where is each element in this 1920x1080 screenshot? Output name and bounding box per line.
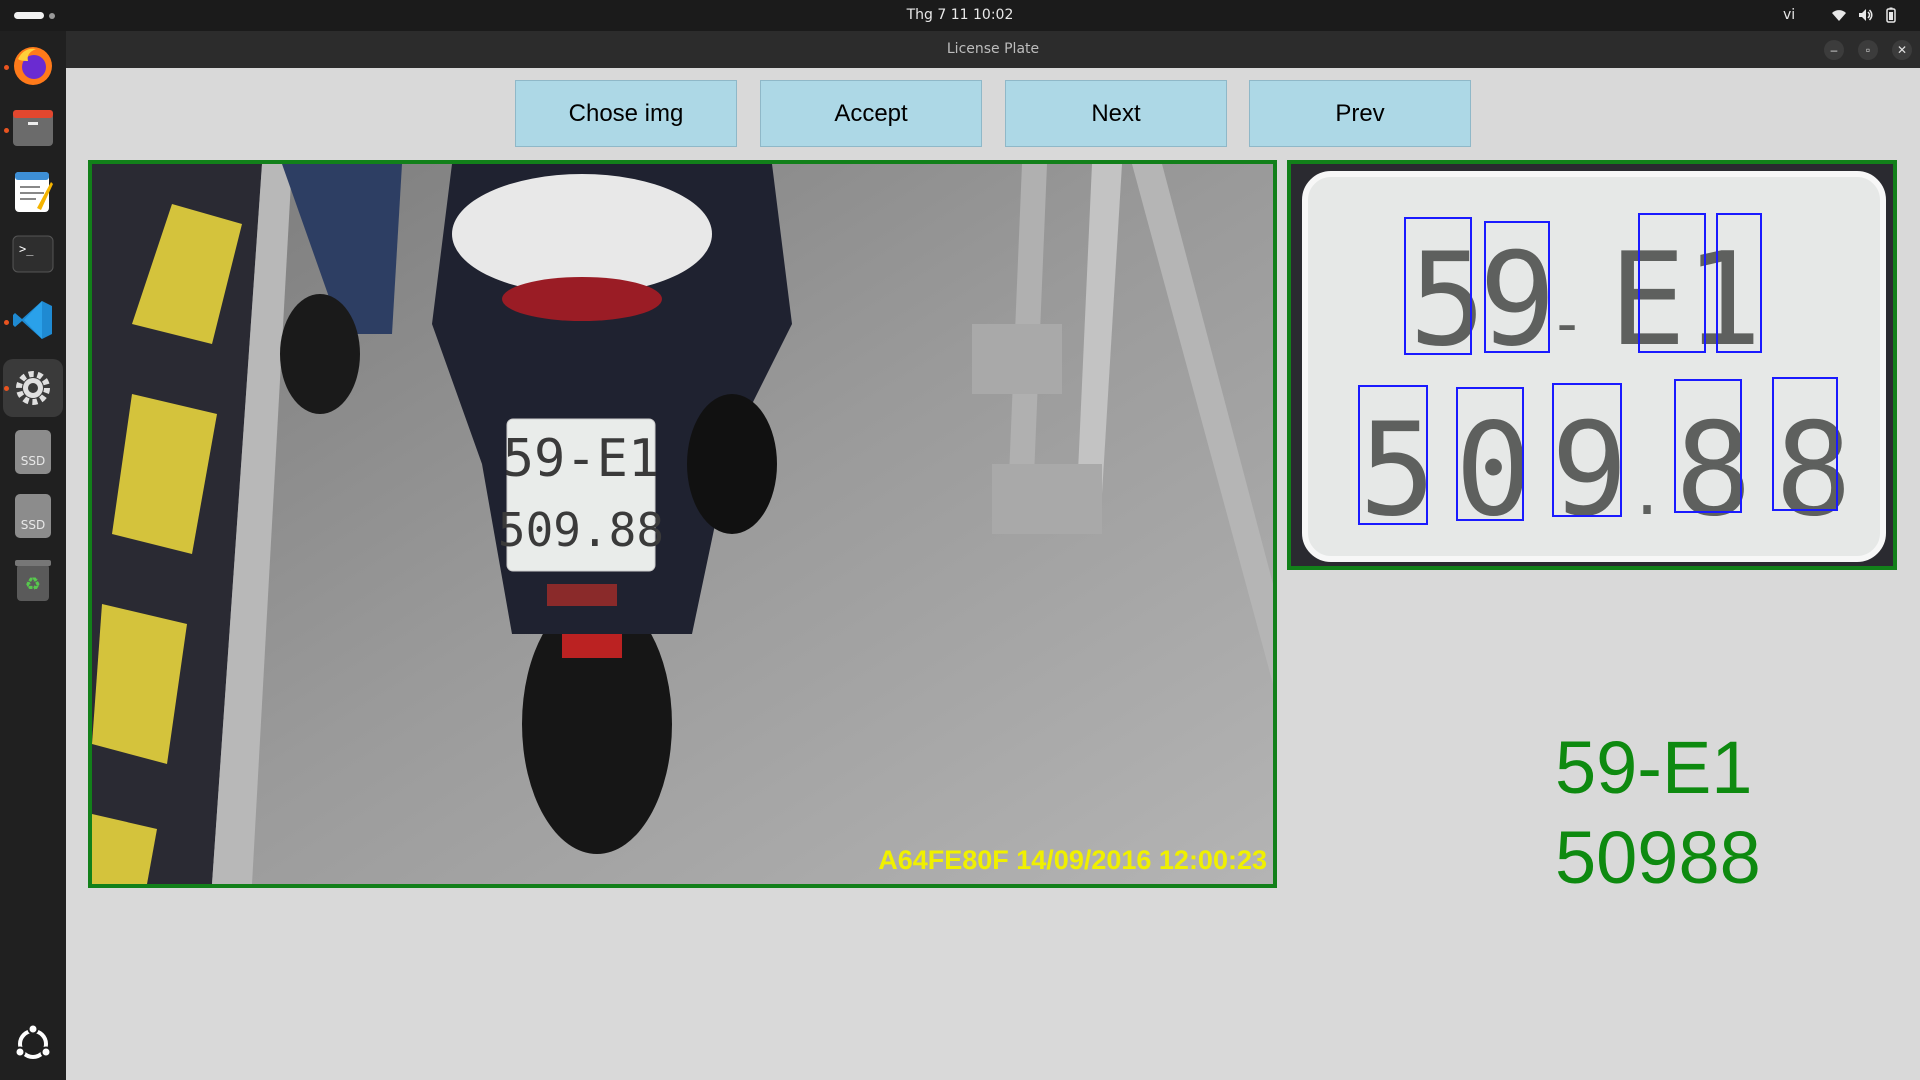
plate-char: - bbox=[1549, 289, 1585, 359]
camera-plate-line1: 59-E1 bbox=[503, 429, 660, 489]
trash-icon[interactable]: ♻ bbox=[10, 557, 56, 603]
accept-button[interactable]: Accept bbox=[760, 80, 982, 147]
text-editor-icon[interactable] bbox=[10, 169, 56, 215]
gear-icon[interactable] bbox=[10, 365, 56, 411]
battery-icon[interactable] bbox=[1883, 7, 1899, 23]
terminal-icon[interactable]: >_ bbox=[10, 231, 56, 277]
close-button[interactable]: ✕ bbox=[1892, 40, 1912, 60]
prev-button[interactable]: Prev bbox=[1249, 80, 1471, 147]
input-language[interactable]: vi bbox=[1783, 7, 1795, 23]
svg-text:♻: ♻ bbox=[25, 574, 41, 595]
camera-image: 59-E1 509.88 A64FE80F 14/09/2016 12:00:2… bbox=[92, 164, 1273, 884]
running-indicator bbox=[4, 386, 9, 391]
drive-icon[interactable]: SSD bbox=[10, 429, 56, 475]
drive-icon[interactable]: SSD bbox=[10, 493, 56, 539]
running-indicator bbox=[4, 65, 9, 70]
result-line-2: 50988 bbox=[1555, 816, 1761, 899]
running-indicator bbox=[4, 128, 9, 133]
ssd-label-2: SSD bbox=[21, 518, 45, 532]
show-apps-icon[interactable] bbox=[10, 1021, 56, 1067]
plate-char: 5 bbox=[1409, 226, 1486, 375]
wifi-icon[interactable] bbox=[1831, 7, 1847, 23]
vscode-icon[interactable] bbox=[10, 297, 56, 343]
plate-char: 8 bbox=[1775, 396, 1852, 545]
camera-plate-line2: 509.88 bbox=[498, 503, 664, 557]
recognition-result: 59-E1 50988 bbox=[1555, 723, 1761, 903]
firefox-icon[interactable] bbox=[10, 43, 56, 89]
window-title: License Plate bbox=[946, 41, 1040, 57]
svg-text:>_: >_ bbox=[19, 242, 34, 256]
plate-crop-image: 5 9 - E 1 5 0 9 . 8 8 bbox=[1291, 164, 1893, 566]
plate-char: 5 bbox=[1359, 396, 1436, 545]
ssd-label-1: SSD bbox=[21, 454, 45, 468]
window-titlebar[interactable]: License Plate – ▫ ✕ bbox=[66, 31, 1920, 68]
app-content: Chose img Accept Next Prev 59-E1 509.88 … bbox=[66, 68, 1920, 1080]
clock[interactable]: Thg 7 11 10:02 bbox=[0, 7, 1920, 23]
running-indicator bbox=[4, 320, 9, 325]
plate-crop-frame: 5 9 - E 1 5 0 9 . 8 8 bbox=[1287, 160, 1897, 570]
maximize-button[interactable]: ▫ bbox=[1858, 40, 1878, 60]
plate-char: . bbox=[1629, 459, 1665, 529]
dock: >_ SSD SSD ♻ bbox=[0, 31, 66, 1080]
volume-icon[interactable] bbox=[1857, 7, 1873, 23]
plate-char: 0 bbox=[1455, 396, 1532, 545]
folder-icon[interactable] bbox=[10, 105, 56, 151]
top-bar: Thg 7 11 10:02 vi bbox=[0, 0, 1920, 31]
result-line-1: 59-E1 bbox=[1555, 726, 1753, 809]
next-button[interactable]: Next bbox=[1005, 80, 1227, 147]
camera-image-frame: 59-E1 509.88 A64FE80F 14/09/2016 12:00:2… bbox=[88, 160, 1277, 888]
choose-image-button[interactable]: Chose img bbox=[515, 80, 737, 147]
plate-char: 9 bbox=[1551, 396, 1628, 545]
minimize-button[interactable]: – bbox=[1824, 40, 1844, 60]
camera-overlay-text: A64FE80F 14/09/2016 12:00:23 bbox=[878, 845, 1267, 875]
